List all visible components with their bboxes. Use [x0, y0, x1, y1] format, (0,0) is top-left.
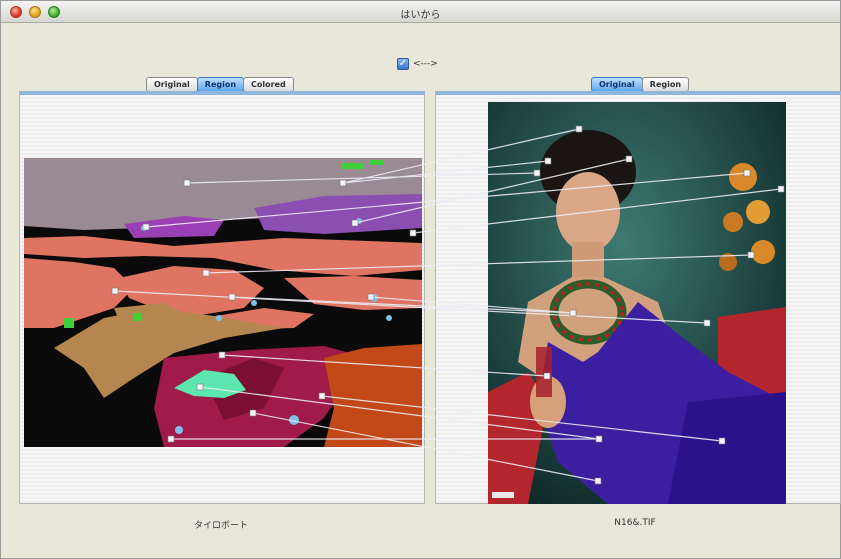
checkbox-checked-icon[interactable]: ✓ [397, 58, 409, 70]
left-image-panel[interactable] [19, 91, 425, 504]
tab-right-region[interactable]: Region [641, 77, 690, 92]
right-image-panel[interactable] [435, 91, 841, 504]
portrait-photo[interactable] [488, 102, 786, 504]
left-tabbar: Original Region Colored [146, 77, 294, 92]
tab-left-region[interactable]: Region [196, 77, 245, 92]
right-tabbar: Original Region [591, 77, 690, 92]
right-image-caption: N16&.TIF [614, 518, 656, 528]
region-map-image[interactable] [24, 158, 422, 447]
titlebar: はいから [1, 1, 840, 23]
window-title: はいから [400, 10, 441, 21]
left-image-caption: タイロボート [193, 521, 248, 531]
app-window: はいから ✓ <---> Original Region Colored Ori… [0, 0, 841, 559]
tab-left-colored[interactable]: Colored [243, 77, 294, 92]
tab-left-original[interactable]: Original [146, 77, 198, 92]
sync-toggle[interactable]: ✓ <---> [397, 58, 438, 70]
sync-label: <---> [413, 59, 438, 69]
tab-right-original[interactable]: Original [591, 77, 643, 92]
